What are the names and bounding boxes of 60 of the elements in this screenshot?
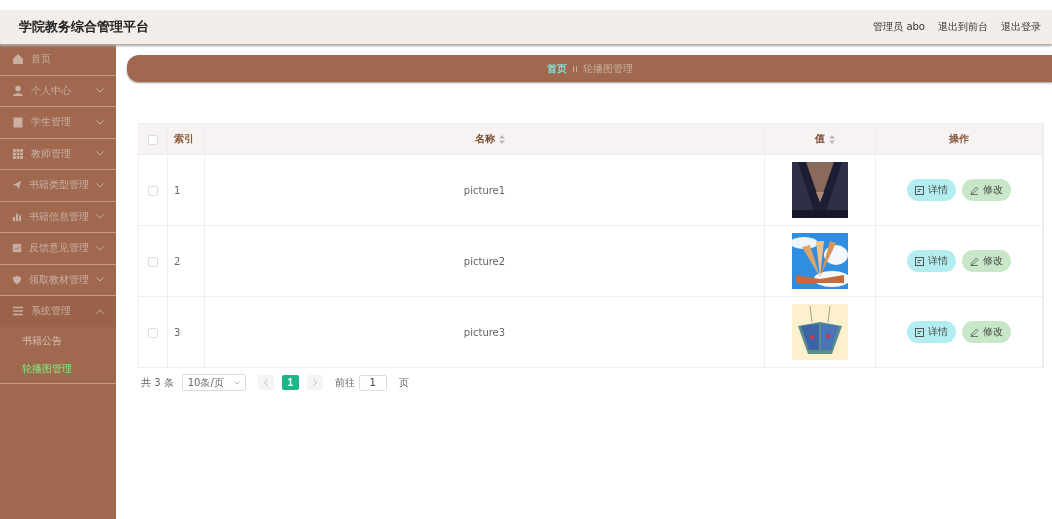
pencil-icon xyxy=(970,185,979,195)
table-cell: 1 xyxy=(174,184,181,196)
sort-icon xyxy=(829,134,835,144)
list-icon xyxy=(12,305,24,318)
select-all-checkbox[interactable] xyxy=(148,134,158,145)
header-link[interactable]: 管理员 abo xyxy=(873,20,925,34)
table-cell: picture2 xyxy=(463,255,506,267)
column-header: 操作 xyxy=(949,133,969,144)
page-input[interactable]: 1 xyxy=(358,374,387,391)
row-checkbox[interactable] xyxy=(148,256,158,267)
document-icon xyxy=(915,327,924,337)
header-link[interactable]: 退出登录 xyxy=(1001,20,1041,34)
pencil-icon xyxy=(970,256,979,266)
previous-page-button[interactable] xyxy=(257,375,274,390)
chevron-down-icon xyxy=(96,88,104,94)
app-title: 学院教务综合管理平台 xyxy=(19,18,149,36)
next-page-button[interactable] xyxy=(306,375,323,390)
submenu-item[interactable]: 轮播图管理 xyxy=(0,354,116,383)
column-header[interactable]: 名称 xyxy=(474,133,495,144)
document-icon xyxy=(915,185,924,195)
edit-button[interactable]: 修改 xyxy=(962,250,1011,272)
column-header[interactable]: 值 xyxy=(815,133,825,144)
chevron-left-icon xyxy=(263,379,268,386)
chevron-up-icon xyxy=(96,308,104,314)
breadcrumb-item: 轮播图管理 xyxy=(582,61,633,76)
chevron-right-icon xyxy=(312,379,317,386)
chevron-down-icon xyxy=(96,245,104,251)
sort-icon xyxy=(498,134,505,144)
table-cell: picture1 xyxy=(463,184,506,196)
column-header: 索引 xyxy=(174,133,194,144)
page-suffix: 页 xyxy=(398,375,409,390)
pencil-icon xyxy=(970,327,979,337)
total-count: 共 3 条 xyxy=(141,375,174,390)
details-button[interactable]: 详情 xyxy=(907,321,956,343)
clipboard-icon xyxy=(12,116,24,129)
paper-plane-icon xyxy=(12,179,22,192)
table-cell: 3 xyxy=(174,326,181,338)
chevron-down-icon xyxy=(96,277,104,283)
chevron-down-icon xyxy=(96,182,104,188)
chevron-down-icon xyxy=(96,214,104,220)
document-icon xyxy=(915,256,924,266)
edit-button[interactable]: 修改 xyxy=(962,179,1011,201)
table-cell: picture3 xyxy=(463,326,506,338)
header-link[interactable]: 退出到前台 xyxy=(938,20,988,34)
table-cell: 2 xyxy=(174,255,181,267)
page-size-select[interactable]: 10条/页 xyxy=(181,374,246,391)
chevron-down-icon xyxy=(96,151,104,157)
line-chart-icon xyxy=(12,242,22,255)
details-button[interactable]: 详情 xyxy=(907,250,956,272)
goto-label: 前往 xyxy=(334,375,355,390)
chevron-down-icon xyxy=(96,119,104,125)
grid-icon xyxy=(12,147,24,160)
chevron-down-icon xyxy=(233,380,240,385)
shield-icon xyxy=(12,273,22,286)
edit-button[interactable]: 修改 xyxy=(962,321,1011,343)
person-icon xyxy=(12,84,24,97)
row-checkbox[interactable] xyxy=(148,327,158,338)
home-icon xyxy=(12,53,24,66)
details-button[interactable]: 详情 xyxy=(907,179,956,201)
row-checkbox[interactable] xyxy=(148,185,158,196)
